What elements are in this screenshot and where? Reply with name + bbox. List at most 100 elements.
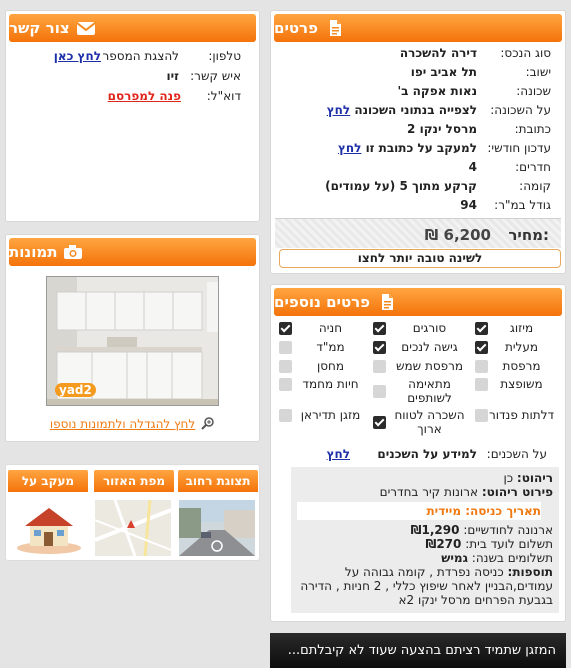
tenants-text: למידע על השכנים [377, 447, 477, 461]
feature-label: משופצת [500, 377, 543, 391]
detail-label: עדכון חודשי: [487, 141, 551, 155]
detail-value-text: קרקע מתוך 5 (על עמודים) [325, 179, 477, 193]
more-details-header: פרטים נוספים [274, 288, 562, 316]
checkbox-unchecked-icon[interactable] [279, 359, 292, 373]
tenants-row: על השכנים: למידע על השכנים לחץ [271, 445, 565, 463]
feature-item[interactable]: מיזוג [475, 321, 555, 335]
checkbox-unchecked-icon[interactable] [475, 359, 488, 373]
phone-label: טלפון: [208, 49, 241, 63]
price-label: מחיר: [508, 226, 549, 244]
feature-label: סורגים [412, 321, 447, 335]
show-phone-link[interactable]: לחץ כאן [54, 49, 101, 63]
detail-value-text: לצפייה בנתוני השכונה [354, 103, 477, 117]
detail-label: חדרים: [515, 160, 551, 174]
detail-link[interactable]: לחץ [327, 103, 350, 117]
details-panel: פרטים סוג הנכס: דירה להשכרה ישוב: תל אביב י… [270, 10, 566, 274]
detail-row: שכונה: נאות אפקה ב' [271, 82, 565, 100]
furniture-line: ריהוט: כן [503, 471, 553, 485]
feature-item[interactable]: חניה [279, 321, 369, 335]
yad2-watermark: yad2 [55, 383, 96, 397]
detail-value: 4 [469, 160, 477, 174]
details-title: פרטים [274, 19, 318, 37]
feature-item[interactable]: גישה לנכים [373, 340, 473, 354]
details-header: פרטים [274, 14, 562, 42]
detail-link[interactable]: לחץ [338, 141, 361, 155]
feature-item[interactable]: השכרה לטווח ארוך [373, 408, 473, 436]
checkbox-unchecked-icon[interactable] [475, 408, 488, 422]
tab-street-view[interactable]: תצוגת רחוב [178, 470, 258, 492]
feature-label: מתאימה לשותפים [407, 377, 452, 405]
person-value: זיו [166, 69, 179, 83]
feature-item[interactable]: מעלית [475, 340, 555, 354]
detail-label: סוג הנכס: [500, 46, 551, 60]
ad-banner[interactable]: המזגן שתמיד רציתם בהצעה שעוד לא קיבלתם..… [270, 633, 566, 668]
contact-panel: צור קשר טלפון: להצגת המספר לחץ כאן איש ק… [5, 10, 260, 222]
checkbox-checked-icon[interactable] [373, 340, 386, 354]
vaad-value: ₪270 [425, 537, 462, 551]
detail-row: גודל במ"ר: 94 [271, 196, 565, 214]
detail-value: תל אביב יפו [411, 65, 477, 79]
detail-row: עדכון חודשי: למעקב על כתובת זו לחץ [271, 139, 565, 157]
detail-value: דירה להשכרה [400, 46, 477, 60]
email-label: דוא"ל: [206, 89, 241, 103]
detail-value-text: נאות אפקה ב' [397, 84, 477, 98]
detail-value: 94 [460, 198, 477, 212]
area-map-thumbnail[interactable] [95, 500, 171, 556]
detail-value: מרסל ינקו 2 [407, 122, 477, 136]
property-photo[interactable]: yad2 [46, 276, 219, 406]
person-row: איש קשר: זיו [6, 67, 259, 85]
detail-value-text: דירה להשכרה [399, 46, 477, 60]
detail-row: ישוב: תל אביב יפו [271, 63, 565, 81]
payments-line: תשלומים בשנה: גמיש [441, 551, 553, 565]
tenants-link[interactable]: לחץ [327, 447, 350, 461]
price-value: 6,200 ₪ [424, 226, 491, 244]
feature-item[interactable]: מחסן [279, 359, 369, 373]
detail-label: גודל במ"ר: [494, 198, 551, 212]
checkbox-checked-icon[interactable] [279, 321, 292, 335]
checkbox-unchecked-icon[interactable] [373, 384, 386, 398]
arnona-line: ארנונה לחודשיים: ₪1,290 [410, 523, 553, 537]
better-offer-button[interactable]: לשינה טובה יותר לחצו [279, 249, 561, 268]
checkbox-unchecked-icon[interactable] [279, 377, 292, 391]
detail-value-text: 4 [468, 160, 477, 174]
feature-item[interactable]: מתאימה לשותפים [373, 377, 473, 405]
detail-value-text: מרסל ינקו 2 [407, 122, 477, 136]
detail-value: לצפייה בנתוני השכונה לחץ [327, 103, 477, 117]
checkbox-unchecked-icon[interactable] [279, 408, 292, 422]
checkbox-checked-icon[interactable] [373, 321, 386, 335]
feature-label: ממ"ד [316, 340, 345, 354]
arnona-value: ₪1,290 [410, 523, 460, 537]
detail-label: קומה: [519, 179, 551, 193]
enlarge-photos-link[interactable]: לחץ להגדלה ולתמונות נוספו [50, 417, 195, 431]
checkbox-unchecked-icon[interactable] [373, 359, 386, 373]
feature-item[interactable]: מזגן תדיראן [279, 408, 369, 422]
checkbox-unchecked-icon[interactable] [475, 377, 488, 391]
checkbox-checked-icon[interactable] [475, 340, 488, 354]
furniture-value: כן [503, 471, 514, 485]
feature-label: חיות מחמד [302, 377, 359, 391]
feature-label: מעלית [504, 340, 539, 354]
property-tracking-thumbnail[interactable] [11, 500, 87, 556]
feature-item[interactable]: חיות מחמד [279, 377, 369, 391]
contact-advertiser-link[interactable]: פנה למפרסם [108, 89, 181, 103]
feature-item[interactable]: סורגים [373, 321, 473, 335]
photos-panel: תמונות yad2 לחץ להגדלה ולתמונות נוספו [5, 234, 260, 442]
feature-item[interactable]: מרפסת שמש [373, 359, 473, 373]
contact-header: צור קשר [9, 14, 256, 42]
phone-row: טלפון: להצגת המספר לחץ כאן [6, 47, 259, 65]
checkbox-unchecked-icon[interactable] [279, 340, 292, 354]
tab-property-tracking[interactable]: מעקב על הנכס [8, 470, 88, 492]
banner-text: המזגן שתמיד רציתם בהצעה שעוד לא קיבלתם..… [287, 643, 556, 658]
detail-value-text: תל אביב יפו [410, 65, 477, 79]
feature-item[interactable]: דלתות פנדור [475, 408, 555, 422]
checkbox-checked-icon[interactable] [373, 415, 386, 429]
checkbox-checked-icon[interactable] [475, 321, 488, 335]
feature-item[interactable]: ממ"ד [279, 340, 369, 354]
more-details-panel: פרטים נוספים מיזוג סורגים חניה מעלית גישה לנ… [270, 284, 566, 622]
tab-area-map[interactable]: מפת האזור [94, 470, 174, 492]
feature-item[interactable]: מרפסת [475, 359, 555, 373]
street-view-thumbnail[interactable] [179, 500, 255, 556]
detail-label: שכונה: [516, 84, 551, 98]
info-box: ריהוט: כן פירוט ריהוט: ארונות קיר בחדרים… [291, 467, 559, 613]
feature-item[interactable]: משופצת [475, 377, 555, 391]
